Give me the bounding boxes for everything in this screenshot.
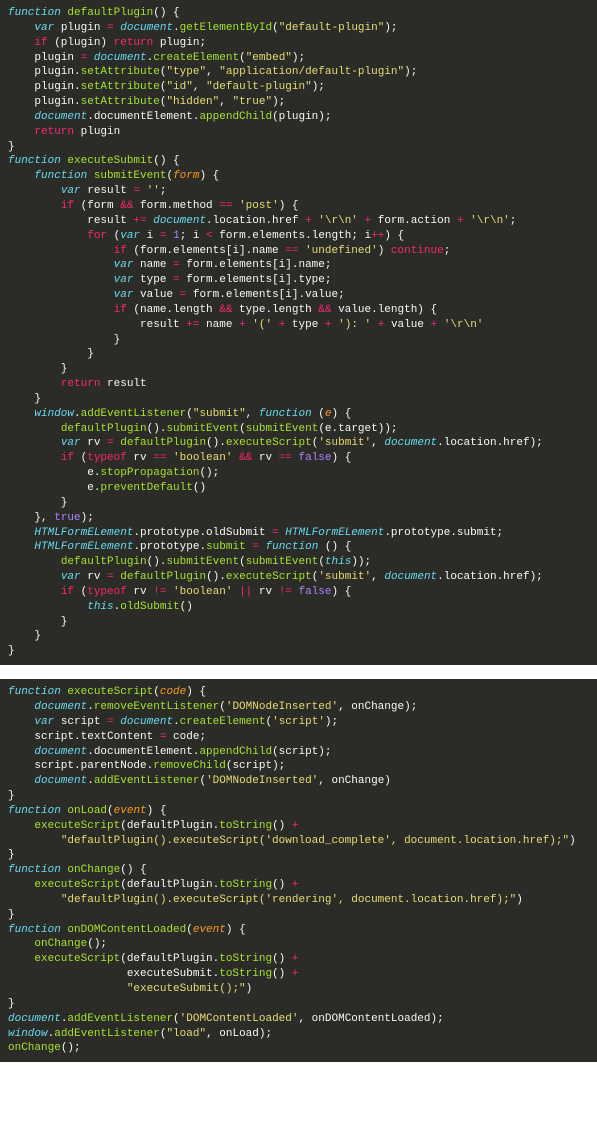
code-block-1[interactable]: function defaultPlugin() { var plugin = … [8, 6, 589, 659]
code-block-2[interactable]: function executeScript(code) { document.… [8, 685, 589, 1056]
code-pane-1: function defaultPlugin() { var plugin = … [0, 0, 597, 665]
code-pane-2: function executeScript(code) { document.… [0, 679, 597, 1062]
